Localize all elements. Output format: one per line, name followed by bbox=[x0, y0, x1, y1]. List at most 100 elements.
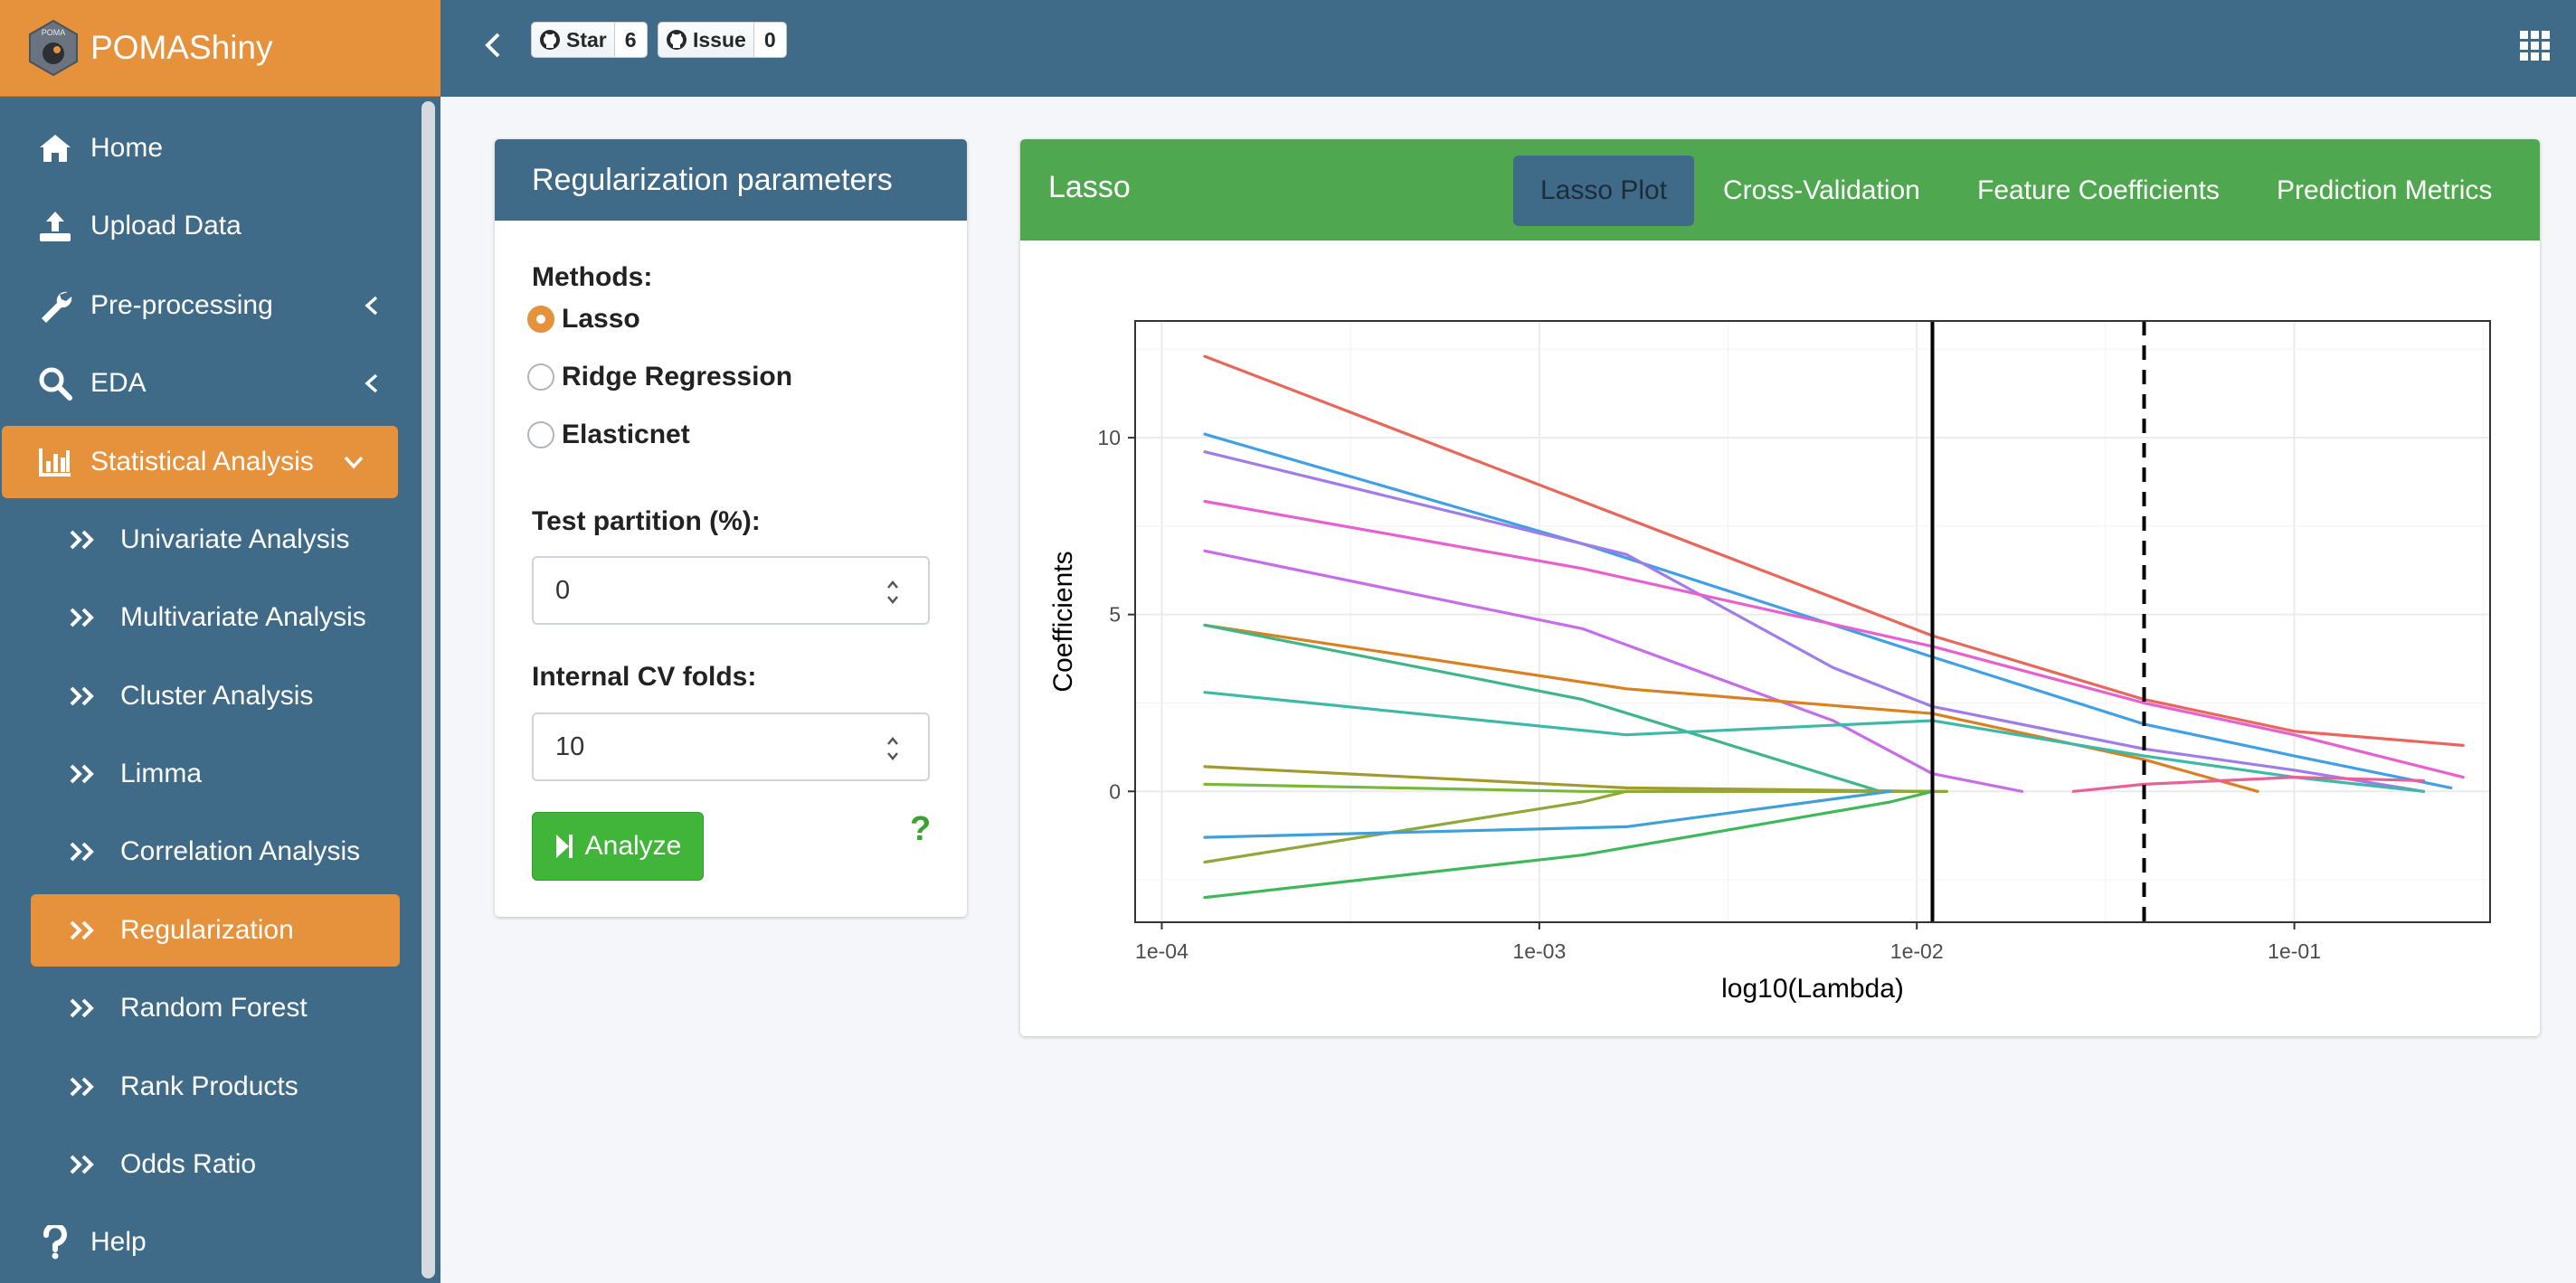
input-value: 10 bbox=[555, 731, 585, 761]
plot-panel bbox=[1135, 321, 2490, 922]
method-radio-elasticnet[interactable]: Elasticnet bbox=[527, 417, 690, 453]
sidebar-scrollbar[interactable] bbox=[421, 101, 435, 1278]
input-value: 0 bbox=[555, 575, 571, 605]
logo-text: POMA bbox=[42, 28, 66, 37]
apps-grid-button[interactable] bbox=[2520, 31, 2551, 61]
chevron-down-icon bbox=[342, 450, 365, 474]
x-tick-label: 1e-04 bbox=[1135, 939, 1189, 963]
cv-folds-label: Internal CV folds: bbox=[532, 662, 757, 692]
tab-prediction-metrics[interactable]: Prediction Metrics bbox=[2277, 156, 2492, 226]
sidebar-subitem-label: Random Forest bbox=[120, 993, 308, 1023]
y-axis-title: Coefficients bbox=[1048, 551, 1078, 692]
chevron-left-icon bbox=[360, 294, 384, 317]
radio-label: Lasso bbox=[562, 304, 640, 334]
sidebar-item-help[interactable]: Help bbox=[0, 1206, 416, 1278]
radio-button[interactable] bbox=[527, 421, 554, 448]
home-icon bbox=[38, 131, 72, 165]
poma-logo: POMA bbox=[29, 19, 78, 77]
analyze-button[interactable]: Analyze bbox=[532, 812, 704, 881]
grid-icon bbox=[2520, 31, 2550, 61]
sidebar-toggle-button[interactable] bbox=[479, 27, 507, 63]
sidebar-subitem-random-forest[interactable]: Random Forest bbox=[31, 972, 400, 1044]
double-chevron-right-icon bbox=[69, 526, 99, 553]
sidebar-subitem-correlation-analysis[interactable]: Correlation Analysis bbox=[31, 816, 400, 888]
step-forward-icon bbox=[555, 835, 573, 858]
tab-lasso-plot[interactable]: Lasso Plot bbox=[1513, 156, 1694, 226]
github-star-button[interactable]: Star 6 bbox=[531, 22, 648, 58]
sidebar-item-eda[interactable]: EDA bbox=[0, 347, 416, 420]
brand-header[interactable]: POMA POMAShiny bbox=[0, 0, 440, 97]
double-chevron-right-icon bbox=[69, 917, 99, 944]
search-icon bbox=[38, 366, 72, 401]
question-icon bbox=[38, 1225, 72, 1259]
sidebar-subitem-multivariate-analysis[interactable]: Multivariate Analysis bbox=[31, 581, 400, 654]
sidebar-subitem-label: Rank Products bbox=[120, 1071, 298, 1101]
github-issue-button[interactable]: Issue 0 bbox=[658, 22, 787, 58]
sidebar-subitem-cluster-analysis[interactable]: Cluster Analysis bbox=[31, 660, 400, 732]
github-icon bbox=[667, 30, 687, 50]
sidebar-item-statistical-analysis[interactable]: Statistical Analysis bbox=[2, 426, 398, 498]
double-chevron-right-icon bbox=[69, 995, 99, 1022]
github-icon bbox=[540, 30, 560, 50]
sidebar-item-label: Upload Data bbox=[90, 211, 242, 241]
sidebar-subitem-label: Limma bbox=[120, 759, 203, 788]
issue-count: 0 bbox=[753, 22, 787, 58]
y-tick-label: 10 bbox=[1097, 426, 1121, 449]
spinner-icon[interactable] bbox=[885, 732, 901, 765]
sidebar-item-label: Help bbox=[90, 1227, 147, 1257]
double-chevron-right-icon bbox=[69, 838, 99, 865]
x-tick-label: 1e-02 bbox=[1890, 939, 1944, 963]
x-axis-title: log10(Lambda) bbox=[1721, 974, 1904, 1004]
sidebar-subitem-label: Odds Ratio bbox=[120, 1149, 257, 1179]
wrench-icon bbox=[38, 288, 72, 323]
radio-label: Elasticnet bbox=[562, 420, 690, 449]
help-question-icon[interactable]: ? bbox=[910, 810, 931, 849]
chevron-left-icon bbox=[360, 372, 384, 395]
upload-icon bbox=[38, 209, 72, 243]
panel-title: Regularization parameters bbox=[495, 139, 967, 221]
method-radio-ridge-regression[interactable]: Ridge Regression bbox=[527, 359, 792, 395]
double-chevron-right-icon bbox=[69, 1073, 99, 1100]
sidebar-subitem-regularization[interactable]: Regularization bbox=[31, 894, 400, 967]
regularization-parameters-panel: Regularization parameters Methods: Lasso… bbox=[495, 139, 967, 917]
sidebar-subitem-rank-products[interactable]: Rank Products bbox=[31, 1051, 400, 1123]
sidebar-subitem-label: Regularization bbox=[120, 915, 294, 945]
sidebar-item-label: Home bbox=[90, 133, 164, 163]
sidebar-item-label: Statistical Analysis bbox=[90, 447, 314, 476]
star-label: Star bbox=[566, 27, 607, 52]
sidebar-item-upload-data[interactable]: Upload Data bbox=[0, 190, 416, 262]
method-radio-lasso[interactable]: Lasso bbox=[527, 301, 640, 337]
tab-cross-validation[interactable]: Cross-Validation bbox=[1723, 156, 1920, 226]
radio-button[interactable] bbox=[527, 363, 554, 391]
sidebar-subitem-label: Cluster Analysis bbox=[120, 681, 314, 711]
sidebar-item-label: Pre-processing bbox=[90, 290, 273, 320]
chevron-left-icon bbox=[485, 33, 500, 58]
sidebar-item-home[interactable]: Home bbox=[0, 112, 416, 184]
double-chevron-right-icon bbox=[69, 760, 99, 788]
analyze-label: Analyze bbox=[584, 831, 682, 861]
sidebar-subitem-label: Correlation Analysis bbox=[120, 836, 361, 866]
double-chevron-right-icon bbox=[69, 1151, 99, 1178]
sidebar-subitem-odds-ratio[interactable]: Odds Ratio bbox=[31, 1128, 400, 1201]
sidebar-subitem-label: Multivariate Analysis bbox=[120, 602, 366, 632]
x-tick-label: 1e-01 bbox=[2268, 939, 2321, 963]
methods-label: Methods: bbox=[532, 262, 653, 292]
radio-button[interactable] bbox=[527, 306, 554, 333]
cv-folds-input[interactable]: 10 bbox=[532, 712, 930, 781]
sidebar-subitem-limma[interactable]: Limma bbox=[31, 738, 400, 810]
radio-label: Ridge Regression bbox=[562, 362, 793, 392]
test-partition-input[interactable]: 0 bbox=[532, 556, 930, 625]
lasso-results-card: Lasso Lasso Plot Cross-Validation Featur… bbox=[1020, 139, 2540, 1036]
x-tick-label: 1e-03 bbox=[1512, 939, 1566, 963]
tab-feature-coefficients[interactable]: Feature Coefficients bbox=[1977, 156, 2220, 226]
double-chevron-right-icon bbox=[69, 604, 99, 631]
card-title: Lasso bbox=[1048, 170, 1131, 204]
bar-chart-icon bbox=[38, 445, 72, 479]
sidebar-item-pre-processing[interactable]: Pre-processing bbox=[0, 269, 416, 342]
app-title: POMAShiny bbox=[90, 29, 273, 66]
spinner-icon[interactable] bbox=[885, 576, 901, 608]
lasso-coefficient-plot: 1e-04 1e-03 1e-02 1e-01 0 5 10 log10(Lambda) Coe… bbox=[1048, 320, 2491, 1004]
card-header: Lasso Lasso Plot Cross-Validation Featur… bbox=[1020, 139, 2540, 241]
sidebar-subitem-univariate-analysis[interactable]: Univariate Analysis bbox=[31, 504, 400, 576]
sidebar-item-label: EDA bbox=[90, 368, 147, 398]
